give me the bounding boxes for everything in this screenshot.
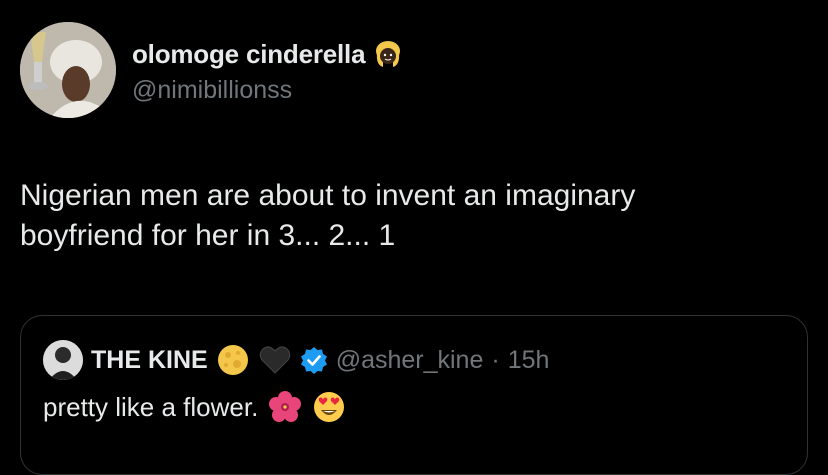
quoted-tweet-header: THE KINE @asher_kine · 15h bbox=[43, 340, 549, 380]
avatar-image bbox=[20, 22, 116, 118]
quoted-tweet-time[interactable]: 15h bbox=[508, 346, 550, 375]
quoted-author-display-name[interactable]: THE KINE bbox=[91, 346, 208, 375]
quoted-tweet-text: pretty like a flower. bbox=[43, 390, 346, 424]
tweet-text: Nigerian men are about to invent an imag… bbox=[20, 176, 800, 256]
tweet: olomoge cinderella @nimibillionss Nigeri… bbox=[0, 0, 828, 475]
full-moon-icon bbox=[216, 343, 250, 377]
author-info: olomoge cinderella @nimibillionss bbox=[132, 36, 403, 105]
verified-badge-icon bbox=[300, 346, 328, 374]
quoted-author-handle[interactable]: @asher_kine bbox=[336, 346, 484, 375]
quoted-avatar-image bbox=[43, 340, 83, 380]
tweet-text-line-2: boyfriend for her in 3... 2... 1 bbox=[20, 219, 396, 252]
author-handle[interactable]: @nimibillionss bbox=[132, 76, 403, 105]
author-avatar[interactable] bbox=[20, 22, 116, 118]
tweet-text-line-1: Nigerian men are about to invent an imag… bbox=[20, 179, 636, 212]
hibiscus-icon bbox=[268, 390, 302, 424]
quoted-tweet[interactable]: THE KINE @asher_kine · 15h pretty like a… bbox=[20, 315, 808, 475]
author-display-name[interactable]: olomoge cinderella bbox=[132, 39, 366, 70]
quoted-tweet-text-content: pretty like a flower. bbox=[43, 391, 259, 422]
quoted-author-avatar[interactable] bbox=[43, 340, 83, 380]
black-heart-icon bbox=[258, 343, 292, 377]
heart-eyes-face-icon bbox=[312, 390, 346, 424]
separator-dot: · bbox=[491, 345, 500, 374]
blonde-person-emoji-icon bbox=[373, 39, 403, 69]
